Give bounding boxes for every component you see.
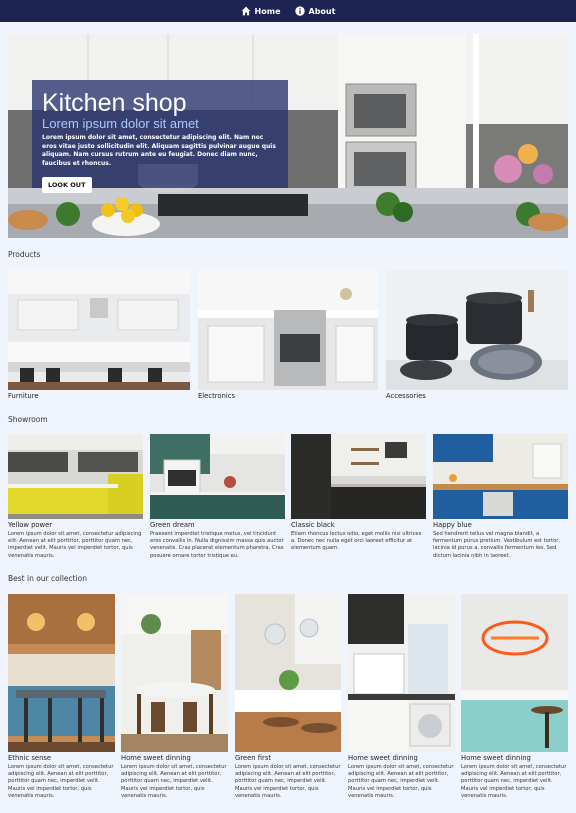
showroom-heading: Showroom [8,415,48,424]
furniture-image [8,270,190,390]
products-heading: Products [8,250,41,259]
collection-desc: Lorem ipsum dolor sit amet, consectetur … [348,764,454,799]
showroom-card[interactable]: Happy blue Sed hendrerit tellus vel magn… [433,434,568,560]
product-label-electronics: Electronics [198,392,236,400]
product-label-accessories: Accessories [386,392,426,400]
collection-desc: Lorem ipsum dolor sit amet, consectetur … [8,764,114,799]
nav-home-label: Home [254,6,281,16]
electronics-image [198,270,378,390]
green-kitchen-image [150,434,285,519]
collection-heading: Best in our collection [8,574,88,583]
showroom-card[interactable]: Green dream Praesent imperdiet tristique… [150,434,285,560]
hero-subtitle: Lorem ipsum dolor sit amet [42,116,199,131]
collection-card[interactable]: Home sweet dinning Lorem ipsum dolor sit… [121,594,228,800]
nav-about-link[interactable]: About [294,6,336,16]
info-icon [294,6,305,16]
home-icon [241,6,250,16]
collection-card[interactable]: Home sweet dinning Lorem ipsum dolor sit… [348,594,455,800]
showroom-desc: Sed hendrerit tellus vel magna blandit, … [433,531,561,559]
collection-card[interactable]: Ethnic sense Lorem ipsum dolor sit amet,… [8,594,115,800]
showroom-name: Yellow power [8,521,53,529]
hero-title: Kitchen shop [42,89,187,117]
showroom-desc: Lorem ipsum dolor sit amet, consectetur … [8,531,142,559]
hero-caption: Kitchen shop Lorem ipsum dolor sit amet … [32,80,288,193]
showroom-name: Green dream [150,521,195,529]
navbar: Home About [0,0,576,22]
accessories-image [386,270,568,390]
showroom-name: Happy blue [433,521,472,529]
collection-name: Home sweet dinning [121,754,191,762]
showroom-card[interactable]: Yellow power Lorem ipsum dolor sit amet,… [8,434,143,560]
dining-room-image [121,594,228,752]
product-card-furniture[interactable]: Furniture [8,270,190,400]
collection-name: Home sweet dinning [461,754,531,762]
showroom-desc: Praesent imperdiet tristique metus, vel … [150,531,284,559]
laundry-kitchen-image [348,594,455,752]
collection-card[interactable]: Green first Lorem ipsum dolor sit amet, … [235,594,341,800]
nav-home-link[interactable]: Home [241,6,281,16]
collection-desc: Lorem ipsum dolor sit amet, consectetur … [461,764,567,799]
showroom-name: Classic black [291,521,335,529]
look-out-button[interactable]: LOOK OUT [42,177,92,193]
collection-desc: Lorem ipsum dolor sit amet, consectetur … [121,764,227,799]
collection-desc: Lorem ipsum dolor sit amet, consectetur … [235,764,341,799]
collection-name: Ethnic sense [8,754,52,762]
neon-sign-kitchen-image [461,594,568,752]
collection-card[interactable]: Home sweet dinning Lorem ipsum dolor sit… [461,594,568,800]
showroom-card[interactable]: Classic black Etiam rhoncus lectus odio,… [291,434,426,553]
yellow-kitchen-image [8,434,143,519]
green-first-kitchen-image [235,594,341,752]
hero-banner: Kitchen shop Lorem ipsum dolor sit amet … [8,34,568,238]
black-kitchen-image [291,434,426,519]
hero-text: Lorem ipsum dolor sit amet, consectetur … [42,134,276,167]
collection-name: Home sweet dinning [348,754,418,762]
showroom-desc: Etiam rhoncus lectus odio, eget mollis n… [291,531,422,552]
blue-kitchen-image [433,434,568,519]
nav-about-label: About [308,6,336,16]
product-label-furniture: Furniture [8,392,39,400]
product-card-electronics[interactable]: Electronics [198,270,378,400]
ethnic-kitchen-image [8,594,115,752]
collection-name: Green first [235,754,272,762]
product-card-accessories[interactable]: Accessories [386,270,568,400]
